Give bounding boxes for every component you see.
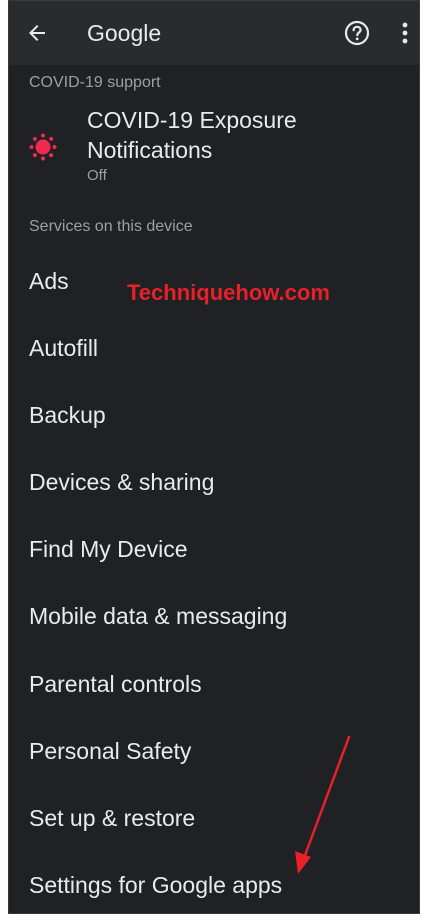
watermark-text: Techniquehow.com (127, 280, 330, 305)
covid-item-status: Off (87, 167, 107, 184)
list-item-parental-controls[interactable]: Parental controls (9, 652, 419, 716)
app-bar: Google (9, 1, 419, 65)
list-item-label: Set up & restore (29, 805, 196, 831)
help-button[interactable] (341, 17, 373, 49)
list-item-devices-sharing[interactable]: Devices & sharing (9, 450, 419, 514)
list-item-label: Ads (29, 268, 69, 294)
list-item-label: Parental controls (29, 671, 202, 697)
more-vert-icon (402, 22, 408, 44)
back-button[interactable] (21, 17, 53, 49)
list-item-label: Find My Device (29, 536, 188, 562)
list-item-label: Settings for Google apps (29, 872, 283, 898)
list-item-label: Personal Safety (29, 738, 192, 764)
help-circle-icon (344, 20, 370, 46)
list-item-mobile-data-messaging[interactable]: Mobile data & messaging (9, 584, 419, 648)
covid-exposure-notifications-item[interactable]: COVID-19 Exposure Notifications Off (9, 97, 419, 193)
list-item-label: Mobile data & messaging (29, 603, 288, 629)
more-options-button[interactable] (391, 17, 419, 49)
covid-item-title: COVID-19 Exposure Notifications (87, 107, 297, 163)
exposure-notification-icon (29, 133, 57, 161)
covid-section-header: COVID-19 support (29, 74, 161, 91)
list-item-label: Devices & sharing (29, 469, 215, 495)
page-title: Google (87, 20, 162, 46)
list-item-label: Backup (29, 402, 106, 428)
list-item-autofill[interactable]: Autofill (9, 316, 419, 380)
list-item-label: Autofill (29, 335, 99, 361)
list-item-find-my-device[interactable]: Find My Device (9, 517, 419, 581)
arrow-left-icon (29, 25, 45, 41)
services-section-header: Services on this device (29, 218, 193, 235)
list-item-backup[interactable]: Backup (9, 383, 419, 447)
list-item-personal-safety[interactable]: Personal Safety (9, 719, 419, 783)
settings-screen: Google COVID-19 support COVID-19 Exposur… (8, 0, 420, 914)
list-item-set-up-restore[interactable]: Set up & restore (9, 786, 419, 850)
list-item-settings-for-google-apps[interactable]: Settings for Google apps (9, 853, 419, 913)
